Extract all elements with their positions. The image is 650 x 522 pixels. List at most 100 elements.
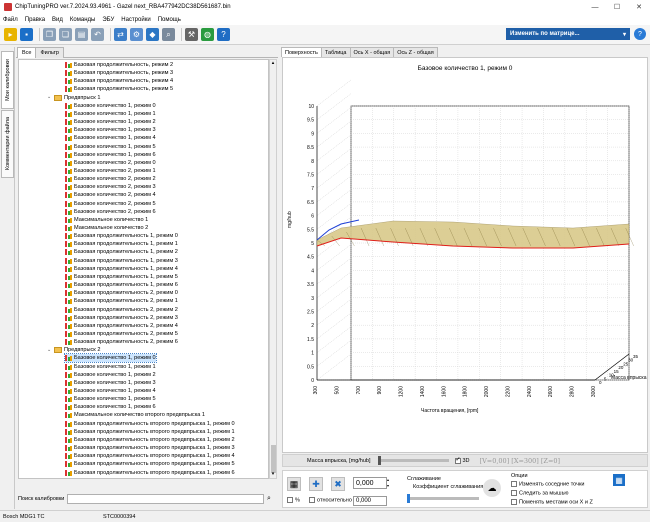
tree-item[interactable]: Базовое количество 1, режим 5 <box>65 395 156 403</box>
tree-item[interactable]: Базовое количество 1, режим 6 <box>65 151 156 159</box>
tree-item[interactable]: Базовая продолжительность, режим 3 <box>65 69 173 77</box>
tree-item[interactable]: Базовая продолжительность 1, режим 4 <box>65 265 178 273</box>
tab-my-calibrations[interactable]: Мои калибровки <box>1 51 14 109</box>
tree-item[interactable]: Базовая продолжительность 2, режим 0 <box>65 289 178 297</box>
tree-item[interactable]: Базовое количество 2, режим 2 <box>65 175 156 183</box>
tree-item[interactable]: Базовое количество 1, режим 4 <box>65 387 156 395</box>
tree-item[interactable]: Базовая продолжительность 1, режим 6 <box>65 281 178 289</box>
multiply-icon[interactable]: ✖ <box>331 477 345 491</box>
tree-item[interactable]: Базовое количество 1, режим 3 <box>65 379 156 387</box>
option-follow-check[interactable] <box>511 490 517 496</box>
add-icon[interactable]: ✚ <box>309 477 323 491</box>
value-spinner[interactable]: ▴ ▾ <box>387 477 393 489</box>
mass-slider[interactable] <box>377 456 449 465</box>
tab-filter[interactable]: Фильтр <box>35 47 64 58</box>
tree-item[interactable]: Базовая продолжительность 1, режим 5 <box>65 273 178 281</box>
menu-settings[interactable]: Настройки <box>121 17 150 23</box>
calibration-tree[interactable]: Базовая продолжительность, режим 2 Базова… <box>18 59 269 479</box>
tree-item[interactable]: Базовая продолжительность второго предвп… <box>65 444 235 452</box>
tab-all[interactable]: Все <box>17 47 37 58</box>
tree-scrollbar[interactable]: ▴ ▾ <box>269 59 277 479</box>
diamond-icon[interactable]: ◆ <box>146 28 159 41</box>
copy-icon[interactable]: ❐ <box>43 28 56 41</box>
tree-item[interactable]: Базовая продолжительность второго предвп… <box>65 460 235 468</box>
search-input[interactable] <box>67 493 264 504</box>
tree-item[interactable]: Максимальное количество 2 <box>65 224 148 232</box>
tree-item[interactable]: Базовое количество 2, режим 6 <box>65 208 156 216</box>
tree-item[interactable]: Базовое количество 1, режим 0 <box>64 353 157 364</box>
tree-item[interactable]: Базовая продолжительность 2, режим 6 <box>65 338 178 346</box>
menu-commands[interactable]: Команды <box>70 17 95 23</box>
tree-item[interactable]: Базовая продолжительность 2, режим 4 <box>65 322 178 330</box>
smoothing-thumb[interactable] <box>407 494 410 503</box>
tree-item[interactable]: Максимальное количество 1 <box>65 216 148 224</box>
tab-surface[interactable]: Поверхность <box>281 47 322 57</box>
tree-item[interactable]: Базовая продолжительность 1, режим 1 <box>65 240 178 248</box>
option-swap-axes[interactable]: Поменять местами оси X и Z <box>511 499 593 505</box>
option-follow-mouse[interactable]: Следить за мышью <box>511 490 569 496</box>
open-folder-icon[interactable]: ▸ <box>4 28 17 41</box>
tree-item[interactable]: Максимальное количество второго предвпры… <box>65 411 205 419</box>
tree-item[interactable]: Базовое количество 1, режим 0 <box>65 102 156 110</box>
percent-check-box[interactable] <box>287 497 293 503</box>
slider-thumb[interactable] <box>377 456 381 465</box>
close-button[interactable]: ✕ <box>628 0 650 14</box>
tab-file-comments[interactable]: Комментарии файла <box>1 110 14 178</box>
relative-checkbox[interactable]: относительно <box>309 497 352 503</box>
tree-item[interactable]: Базовое количество 1, режим 5 <box>65 143 156 151</box>
option-neighbor-points[interactable]: Изменять соседние точки <box>511 481 584 487</box>
value-input[interactable]: 0,000 <box>353 477 387 489</box>
menu-view[interactable]: Вид <box>52 17 63 23</box>
tree-item[interactable]: Базовое количество 2, режим 3 <box>65 183 156 191</box>
tree-item[interactable]: Базовая продолжительность 1, режим 0 <box>65 232 178 240</box>
menu-help[interactable]: Помощь <box>158 17 181 23</box>
tree-item[interactable]: Базовая продолжительность второго предвп… <box>65 452 235 460</box>
tree-item[interactable]: Базовая продолжительность 2, режим 3 <box>65 314 178 322</box>
tree-folder[interactable]: ⌄ Предвпрыск 1 <box>47 94 100 102</box>
search-icon[interactable]: ⌕ <box>264 494 274 504</box>
help-icon[interactable]: ? <box>634 28 646 40</box>
paste-icon[interactable]: ❏ <box>59 28 72 41</box>
checkbox-3d[interactable]: ✓ <box>454 457 461 464</box>
option-swap-check[interactable] <box>511 499 517 505</box>
surface-plot[interactable]: 10 9.5 9 8.5 8 7.5 7 6.5 6 5.5 5 4.5 4 3.5 3 2.5 2 1.5 1 0.… <box>283 58 647 452</box>
tab-axis-x[interactable]: Ось X - общая <box>349 47 395 57</box>
tree-folder[interactable]: ⌄ Предвпрыск 2 <box>47 346 100 354</box>
option-neighbor-check[interactable] <box>511 481 517 487</box>
grid-icon[interactable]: ▦ <box>287 477 301 491</box>
tree-item[interactable]: Базовое количество 2, режим 1 <box>65 167 156 175</box>
undo-icon[interactable]: ↶ <box>91 28 104 41</box>
tree-item[interactable]: Базовая продолжительность 2, режим 1 <box>65 297 178 305</box>
relative-value-input[interactable]: 0,000 <box>353 496 387 506</box>
scroll-thumb[interactable] <box>271 445 276 473</box>
smoothing-slider[interactable] <box>407 494 479 503</box>
tab-table[interactable]: Таблица <box>320 47 351 57</box>
expand-icon[interactable]: ⌄ <box>47 347 52 353</box>
menu-edit[interactable]: Правка <box>25 17 45 23</box>
tree-item[interactable]: Базовое количество 2, режим 5 <box>65 200 156 208</box>
scroll-up-icon[interactable]: ▴ <box>270 60 276 67</box>
maximize-button[interactable]: ☐ <box>606 0 628 14</box>
search-icon[interactable]: ⌕ <box>162 28 175 41</box>
compare-icon[interactable]: ⇄ <box>114 28 127 41</box>
tree-item[interactable]: Базовая продолжительность 1, режим 3 <box>65 257 178 265</box>
grid-options-icon[interactable]: ▦ <box>613 474 625 486</box>
tree-item[interactable]: Базовая продолжительность, режим 5 <box>65 85 173 93</box>
tree-item[interactable]: Базовая продолжительность, режим 4 <box>65 77 173 85</box>
change-by-matrix-button[interactable]: Изменить по матрице... ▾ <box>506 28 630 40</box>
surface-chart[interactable]: Базовое количество 1, режим 0 10 9.5 9 8.5 8… <box>282 57 648 453</box>
globe-icon[interactable]: ◍ <box>201 28 214 41</box>
relative-check-box[interactable] <box>309 497 315 503</box>
tree-item[interactable]: Базовое количество 1, режим 1 <box>65 363 156 371</box>
minimize-button[interactable]: — <box>584 0 606 14</box>
tree-item[interactable]: Базовое количество 1, режим 2 <box>65 118 156 126</box>
tree-item[interactable]: Базовое количество 2, режим 4 <box>65 191 156 199</box>
tree-item[interactable]: Базовое количество 2, режим 0 <box>65 159 156 167</box>
tree-item[interactable]: Базовое количество 1, режим 3 <box>65 126 156 134</box>
apply-smoothing-icon[interactable]: ☁ <box>483 479 501 497</box>
clipboard-icon[interactable]: ▤ <box>75 28 88 41</box>
help-toolbar-icon[interactable]: ? <box>217 28 230 41</box>
tree-item[interactable]: Базовая продолжительность второго предвп… <box>65 428 235 436</box>
tree-item[interactable]: Базовая продолжительность второго предвп… <box>65 420 235 428</box>
tree-item[interactable]: Базовое количество 1, режим 1 <box>65 110 156 118</box>
